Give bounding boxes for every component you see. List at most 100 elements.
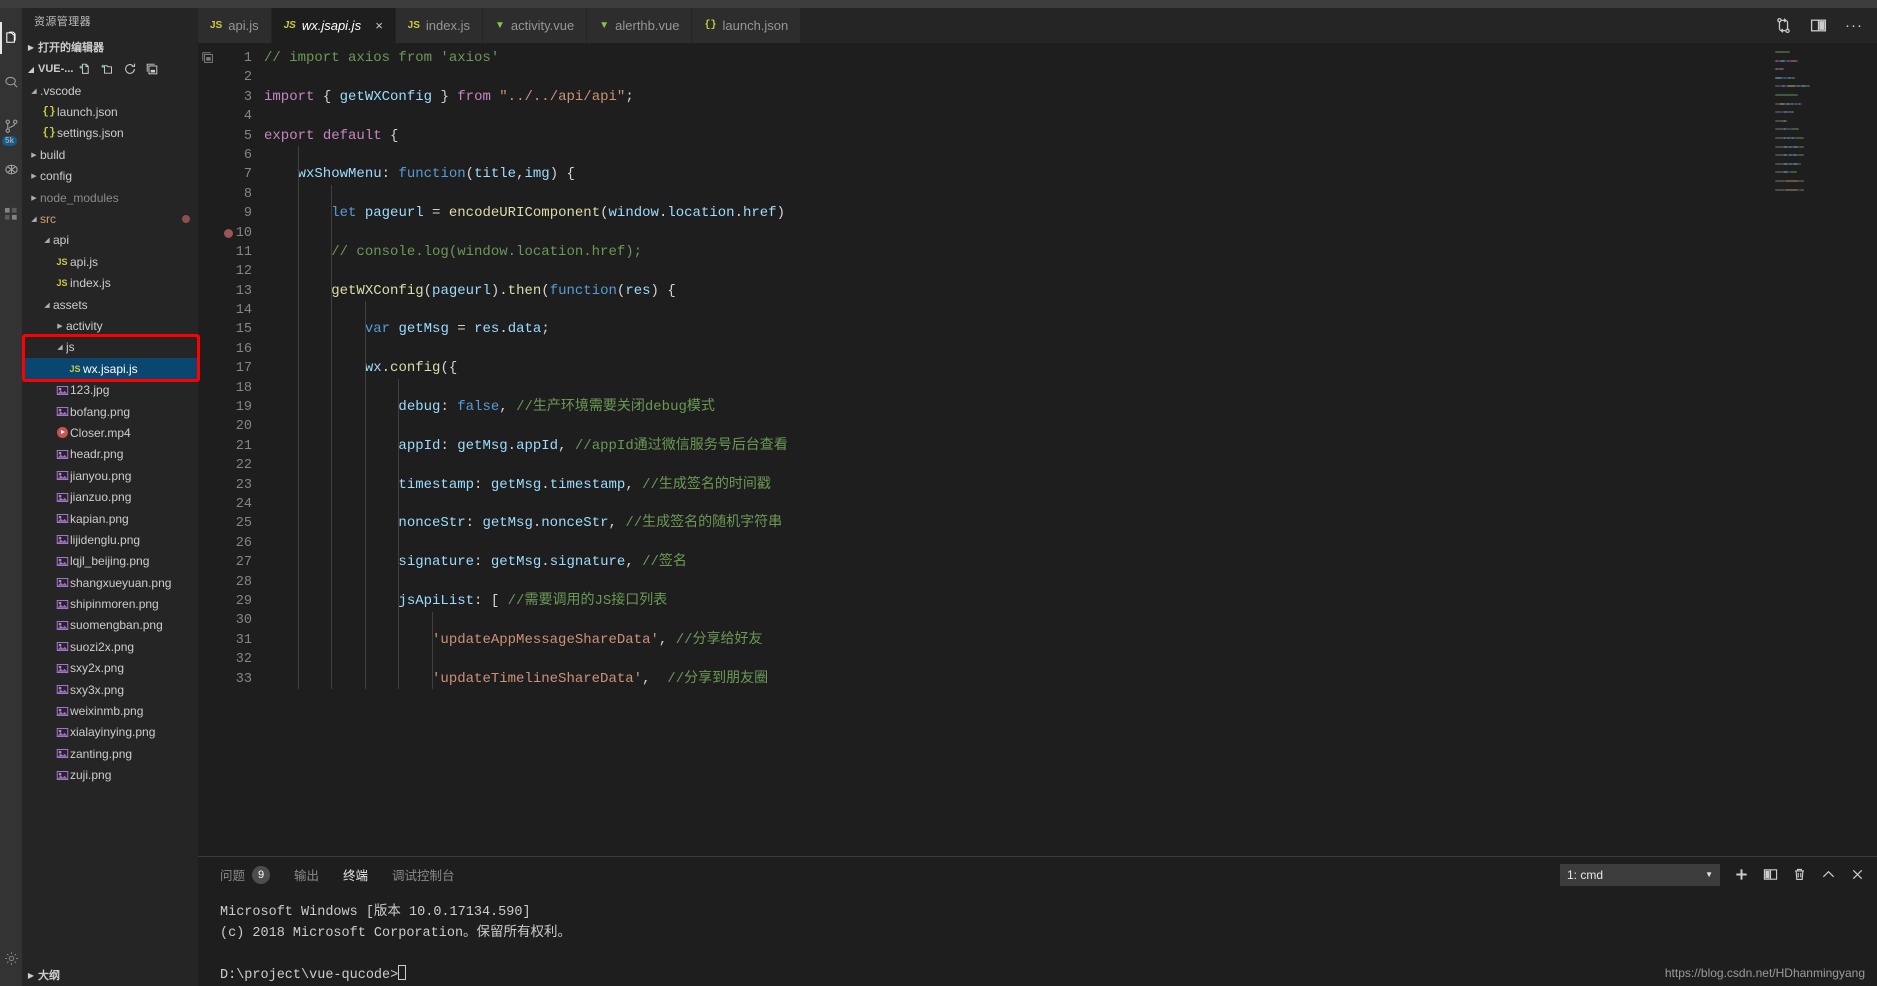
- tree-file-row[interactable]: sxy2x.png: [22, 658, 198, 679]
- tree-item-label: api: [53, 233, 70, 248]
- activity-search[interactable]: [0, 60, 22, 104]
- panel-tab[interactable]: 调试控制台: [392, 865, 455, 884]
- add-terminal-button[interactable]: [1734, 867, 1749, 882]
- maximize-panel-button[interactable]: [1821, 867, 1836, 882]
- panel-tab[interactable]: 终端: [343, 865, 368, 884]
- tree-file-row[interactable]: jianzuo.png: [22, 486, 198, 507]
- refresh-icon[interactable]: [123, 62, 137, 76]
- collapse-all-icon[interactable]: [145, 62, 159, 76]
- tree-file-row[interactable]: JS api.js: [22, 251, 198, 272]
- code-line: let pageurl = encodeURIComponent(window.…: [331, 205, 785, 222]
- editor-tab[interactable]: JS api.js: [198, 8, 272, 43]
- tree-file-row[interactable]: lijidenglu.png: [22, 529, 198, 550]
- tree-file-row[interactable]: suomengban.png: [22, 615, 198, 636]
- editor-tab[interactable]: ▼ activity.vue: [482, 8, 588, 43]
- tree-item-label: sxy2x.png: [70, 661, 125, 676]
- editor-area: 1 2 3 4 5 6 7 8 9 10 11 12 13 14 15 16 17 18 19 20 21 22 23 24 2…: [198, 43, 1877, 856]
- tree-folder-row[interactable]: ▶ config: [22, 166, 198, 187]
- tree-file-row[interactable]: sxy3x.png: [22, 679, 198, 700]
- panel-tab[interactable]: 问题 9: [220, 865, 271, 884]
- tree-file-row[interactable]: JS index.js: [22, 273, 198, 294]
- tree-file-row[interactable]: suozi2x.png: [22, 636, 198, 657]
- tree-file-row[interactable]: 123.jpg: [22, 379, 198, 400]
- sidebar: 资源管理器 ▶ 打开的编辑器 ◢ VUE-... ◢ .vscode {} la…: [22, 8, 198, 986]
- tree-file-row[interactable]: bofang.png: [22, 401, 198, 422]
- panel-tab-list[interactable]: 问题 9 输出 终端 调试控制台: [198, 865, 455, 884]
- chevron-up-icon: [1821, 867, 1836, 882]
- tree-folder-row[interactable]: ◢ .vscode: [22, 80, 198, 101]
- breakpoint-indicator[interactable]: [224, 228, 233, 238]
- split-terminal-button[interactable]: [1763, 867, 1778, 882]
- tree-folder-row[interactable]: ◢ assets: [22, 294, 198, 315]
- chevron-down-icon: ◢: [44, 301, 50, 309]
- tree-folder-row[interactable]: ◢ js: [22, 337, 198, 358]
- minimap-token: [1775, 180, 1786, 182]
- tree-file-row[interactable]: kapian.png: [22, 508, 198, 529]
- activity-extensions[interactable]: [0, 192, 22, 236]
- close-panel-button[interactable]: [1850, 867, 1865, 882]
- open-editors-section[interactable]: ▶ 打开的编辑器: [22, 36, 198, 58]
- panel-header: 问题 9 输出 终端 调试控制台 1: cmd ▼: [198, 857, 1877, 892]
- activity-source-control[interactable]: 5k: [0, 104, 22, 148]
- project-section[interactable]: ◢ VUE-...: [22, 58, 198, 80]
- code-line: // import axios from 'axios': [264, 50, 500, 66]
- minimap-token: [1785, 102, 1790, 105]
- image-file-icon: [56, 384, 69, 397]
- tree-file-row[interactable]: lqjl_beijing.png: [22, 551, 198, 572]
- activity-debug[interactable]: [0, 148, 22, 192]
- tree-file-row[interactable]: shipinmoren.png: [22, 593, 198, 614]
- more-actions-icon[interactable]: ···: [1845, 18, 1863, 33]
- kill-terminal-button[interactable]: [1792, 867, 1807, 882]
- code-content[interactable]: // import axios from 'axios' import { ge…: [264, 43, 1769, 856]
- tree-file-row[interactable]: jianyou.png: [22, 465, 198, 486]
- chevron-down-icon: ◢: [31, 87, 37, 95]
- code-viewport[interactable]: 1 2 3 4 5 6 7 8 9 10 11 12 13 14 15 16 17 18 19 20 21 22 23 24 2…: [220, 43, 1769, 856]
- editor-tab[interactable]: JS index.js: [395, 8, 483, 43]
- editor-tab[interactable]: {} launch.json: [692, 8, 802, 43]
- tree-folder-row[interactable]: ▶ node_modules: [22, 187, 198, 208]
- tab-bar-filler: [801, 8, 1775, 43]
- editor-tab[interactable]: JS wx.jsapi.js ×: [271, 8, 396, 43]
- terminal-cursor: [398, 965, 407, 980]
- image-file-icon: [56, 769, 69, 782]
- new-folder-icon[interactable]: [101, 62, 115, 76]
- editor-tab-bar[interactable]: JS api.js JS wx.jsapi.js × JS index.js ▼ activit…: [198, 8, 1877, 43]
- tree-file-row[interactable]: xialayinying.png: [22, 722, 198, 743]
- minimap[interactable]: [1769, 43, 1877, 856]
- activity-settings[interactable]: [0, 936, 22, 980]
- tree-file-row[interactable]: zanting.png: [22, 743, 198, 764]
- minimap-token: [1790, 128, 1800, 131]
- split-editor-icon[interactable]: [1810, 17, 1827, 34]
- terminal-output[interactable]: Microsoft Windows [版本 10.0.17134.590] (c…: [198, 892, 1877, 986]
- panel-tab[interactable]: 输出: [294, 865, 319, 884]
- editor-tab[interactable]: ▼ alerthb.vue: [587, 8, 693, 43]
- tree-file-row[interactable]: zuji.png: [22, 765, 198, 786]
- tree-file-row[interactable]: JS wx.jsapi.js: [22, 358, 198, 380]
- new-file-icon[interactable]: [79, 62, 93, 76]
- tree-file-row[interactable]: Closer.mp4: [22, 422, 198, 443]
- split-sync-icon[interactable]: [1775, 17, 1792, 34]
- activity-explorer[interactable]: [0, 16, 22, 60]
- file-tree[interactable]: ◢ .vscode{} launch.json{} settings.json ▶ bui…: [22, 80, 198, 964]
- minimap-token: [1800, 180, 1805, 182]
- tree-file-row[interactable]: {} settings.json: [22, 123, 198, 144]
- tree-file-row[interactable]: headr.png: [22, 444, 198, 465]
- terminal-select[interactable]: 1: cmd ▼: [1560, 863, 1720, 886]
- tree-file-row[interactable]: weixinmb.png: [22, 700, 198, 721]
- tree-folder-row[interactable]: ◢ api: [22, 230, 198, 251]
- line-number: 23: [235, 477, 252, 493]
- tree-folder-row[interactable]: ▶ build: [22, 144, 198, 165]
- image-file-icon: [56, 576, 69, 589]
- outline-section[interactable]: ▶ 大纲: [22, 964, 198, 986]
- minimap-token: [1797, 59, 1799, 62]
- line-number: 24: [235, 496, 252, 512]
- line-number: 31: [235, 632, 252, 648]
- tree-folder-row[interactable]: ▶ activity: [22, 315, 198, 336]
- tree-file-row[interactable]: {} launch.json: [22, 101, 198, 122]
- close-icon[interactable]: ×: [375, 18, 383, 33]
- tree-file-row[interactable]: shangxueyuan.png: [22, 572, 198, 593]
- tree-folder-row[interactable]: ◢ src: [22, 208, 198, 229]
- image-file-icon: [56, 598, 69, 611]
